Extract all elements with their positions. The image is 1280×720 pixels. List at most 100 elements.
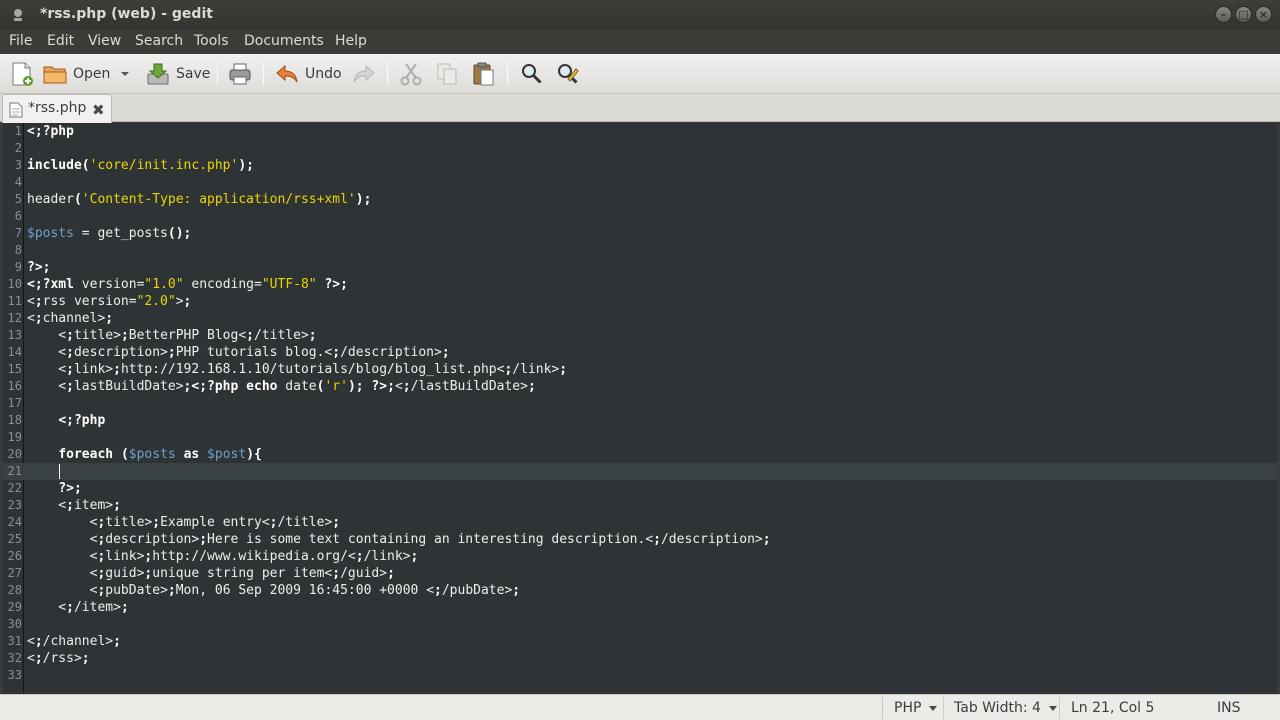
document-tabs: *rss.php ✖ — [0, 94, 1280, 123]
code-line[interactable]: 13 <;title>;BetterPHP Blog<;/title>; — [3, 327, 1277, 344]
window-title: *rss.php (web) - gedit — [40, 6, 213, 22]
find-replace-button[interactable] — [556, 60, 580, 88]
line-number: 28 — [7, 583, 22, 597]
line-number: 2 — [14, 141, 22, 155]
status-separator — [882, 697, 883, 719]
copy-icon — [437, 63, 457, 85]
code-text: <;link>;http://192.168.1.10/tutorials/bl… — [27, 362, 568, 377]
line-number: 7 — [14, 226, 22, 240]
code-line[interactable]: 9 ?>; — [3, 259, 1277, 276]
status-separator — [1059, 697, 1060, 719]
code-line[interactable]: 17 — [3, 395, 1277, 412]
code-line[interactable]: 25 <;description>;Here is some text cont… — [3, 531, 1277, 548]
code-text: <;lastBuildDate>;<;?php echo date('r'); … — [27, 379, 536, 394]
code-line[interactable]: 30 — [3, 616, 1277, 633]
line-number: 14 — [7, 345, 22, 359]
line-number: 31 — [7, 634, 22, 648]
line-number: 11 — [7, 294, 22, 308]
redo-button[interactable] — [352, 60, 376, 88]
line-number: 13 — [7, 328, 22, 342]
code-line[interactable]: 11 <;rss version="2.0">; — [3, 293, 1277, 310]
line-number: 23 — [7, 498, 22, 512]
insert-mode: INS — [1217, 700, 1241, 716]
menu-view[interactable]: View — [88, 33, 121, 49]
menu-edit[interactable]: Edit — [47, 33, 74, 49]
code-line[interactable]: 24 <;title>;Example entry<;/title>; — [3, 514, 1277, 531]
line-number: 20 — [7, 447, 22, 461]
printer-icon — [229, 63, 251, 85]
close-tab-icon[interactable]: ✖ — [92, 101, 105, 119]
code-line[interactable]: 5 header('Content-Type: application/rss+x… — [3, 191, 1277, 208]
code-text: <;?xml version="1.0" encoding="UTF-8" ?>… — [27, 277, 348, 292]
menu-help[interactable]: Help — [335, 33, 367, 49]
find-button[interactable] — [520, 60, 544, 88]
folder-icon — [43, 66, 67, 84]
code-text: <;/channel>; — [27, 634, 121, 649]
code-line[interactable]: 20 foreach ($posts as $post){ — [3, 446, 1277, 463]
code-line[interactable]: 18 <;?php — [3, 412, 1277, 429]
code-line[interactable]: 12 <;channel>; — [3, 310, 1277, 327]
toolbar-separator — [507, 63, 508, 85]
code-line[interactable]: 14 <;description>;PHP tutorials blog.<;/… — [3, 344, 1277, 361]
tab-rss-php[interactable]: *rss.php ✖ — [2, 94, 112, 123]
menu-search[interactable]: Search — [135, 33, 183, 49]
menu-documents[interactable]: Documents — [244, 33, 324, 49]
code-line[interactable]: 3 include('core/init.inc.php'); — [3, 157, 1277, 174]
tab-width-selector[interactable]: Tab Width: 4 — [954, 700, 1057, 716]
code-line[interactable]: 23 <;item>; — [3, 497, 1277, 514]
save-button[interactable]: Save — [146, 60, 210, 88]
paste-button[interactable] — [471, 60, 495, 88]
menu-tools[interactable]: Tools — [194, 33, 229, 49]
menu-bar: File Edit View Search Tools Documents He… — [0, 30, 1280, 54]
minimize-button[interactable]: – — [1215, 6, 1232, 23]
open-label: Open — [73, 66, 111, 82]
code-line[interactable]: 29 <;/item>; — [3, 599, 1277, 616]
line-number: 16 — [7, 379, 22, 393]
new-document-button[interactable] — [10, 60, 34, 88]
code-line[interactable]: 26 <;link>;http://www.wikipedia.org/<;/l… — [3, 548, 1277, 565]
code-line[interactable]: 21 — [3, 463, 1277, 480]
code-line[interactable]: 27 <;guid>;unique string per item<;/guid… — [3, 565, 1277, 582]
menu-file[interactable]: File — [9, 33, 32, 49]
line-number: 19 — [7, 430, 22, 444]
search-icon — [522, 64, 542, 84]
language-selector[interactable]: PHP — [894, 700, 938, 716]
code-line[interactable]: 4 — [3, 174, 1277, 191]
line-number: 15 — [7, 362, 22, 376]
print-button[interactable] — [228, 60, 252, 88]
line-number: 5 — [14, 192, 22, 206]
code-editor[interactable]: 1 <;?php 2 3 include('core/init.inc.php'); 4 5… — [3, 123, 1277, 694]
status-separator — [943, 697, 944, 719]
code-line[interactable]: 7 $posts = get_posts(); — [3, 225, 1277, 242]
code-line[interactable]: 10 <;?xml version="1.0" encoding="UTF-8" … — [3, 276, 1277, 293]
language-label: PHP — [894, 700, 922, 716]
toolbar-separator — [217, 63, 218, 85]
cut-button[interactable] — [400, 60, 422, 88]
code-line[interactable]: 1 <;?php — [3, 123, 1277, 140]
open-button[interactable]: Open — [43, 60, 110, 88]
toolbar: Open Save Undo — [0, 54, 1280, 94]
line-number: 4 — [14, 175, 22, 189]
code-line[interactable]: 8 — [3, 242, 1277, 259]
app-menu-icon[interactable] — [12, 8, 24, 22]
close-window-button[interactable]: × — [1255, 6, 1272, 23]
code-line[interactable]: 28 <;pubDate>;Mon, 06 Sep 2009 16:45:00 … — [3, 582, 1277, 599]
copy-button[interactable] — [436, 60, 458, 88]
code-line[interactable]: 15 <;link>;http://192.168.1.10/tutorials… — [3, 361, 1277, 378]
code-line[interactable]: 2 — [3, 140, 1277, 157]
code-text: ?>; — [58, 481, 82, 496]
code-line[interactable]: 19 — [3, 429, 1277, 446]
undo-button[interactable]: Undo — [275, 60, 342, 88]
cursor-position: Ln 21, Col 5 — [1071, 700, 1155, 716]
code-line[interactable]: 31 <;/channel>; — [3, 633, 1277, 650]
status-bar: PHP Tab Width: 4 Ln 21, Col 5 INS — [0, 694, 1280, 720]
code-text: foreach ($posts as $post){ — [58, 447, 262, 462]
code-line[interactable]: 33 — [3, 667, 1277, 684]
code-line[interactable]: 22 ?>; — [3, 480, 1277, 497]
code-line[interactable]: 32 <;/rss>; — [3, 650, 1277, 667]
code-line[interactable]: 16 <;lastBuildDate>;<;?php echo date('r'… — [3, 378, 1277, 395]
code-line[interactable]: 6 — [3, 208, 1277, 225]
open-recent-dropdown[interactable] — [120, 60, 130, 88]
toolbar-separator — [263, 63, 264, 85]
maximize-button[interactable]: □ — [1235, 6, 1252, 23]
